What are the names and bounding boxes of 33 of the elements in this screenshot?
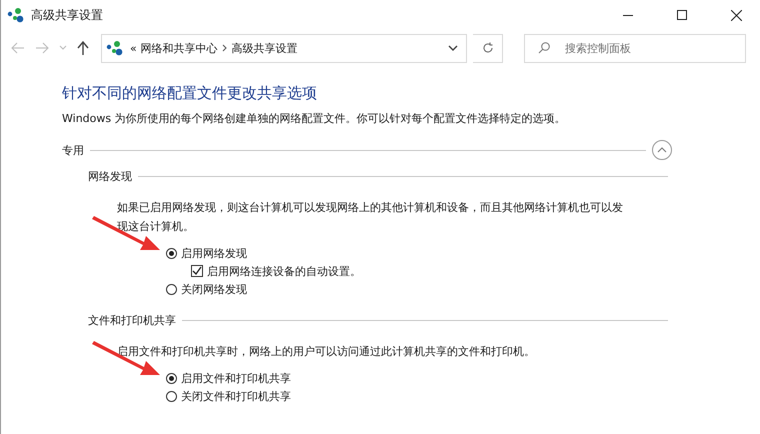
close-icon <box>730 10 742 20</box>
section-title: 文件和打印机共享 <box>88 312 176 328</box>
page-heading: 针对不同的网络配置文件更改共享选项 <box>62 84 318 103</box>
network-icon <box>7 7 25 23</box>
search-icon <box>538 42 550 54</box>
chevron-right-icon <box>222 44 228 52</box>
address-bar[interactable]: « 网络和共享中心 高级共享设置 <box>101 34 467 62</box>
collapse-button[interactable] <box>652 140 672 160</box>
intro-text: Windows 为你所使用的每个网络创建单独的网络配置文件。你可以针对每个配置文件选择特定的选项。 <box>62 111 567 126</box>
overflow-chevron[interactable]: « <box>130 42 137 54</box>
network-icon <box>106 40 124 56</box>
breadcrumb[interactable]: 高级共享设置 <box>232 40 298 56</box>
refresh-icon <box>482 42 494 54</box>
option-label: 启用文件和打印机共享 <box>181 370 291 386</box>
option-label: 关闭网络发现 <box>181 282 247 296</box>
refresh-button[interactable] <box>473 34 503 62</box>
option-label: 启用网络发现 <box>181 246 247 260</box>
radio-button[interactable] <box>166 390 177 402</box>
radio-button[interactable] <box>166 284 177 294</box>
radio-button[interactable] <box>166 372 177 384</box>
option-label: 关闭文件和打印机共享 <box>181 388 291 404</box>
breadcrumb[interactable]: 网络和共享中心 <box>140 40 218 56</box>
profile-label: 专用 <box>62 142 84 158</box>
up-button[interactable] <box>75 39 91 57</box>
maximize-icon <box>677 10 687 20</box>
checkbox[interactable] <box>191 265 203 277</box>
option-label: 启用网络连接设备的自动设置。 <box>207 264 361 278</box>
window-title: 高级共享设置 <box>31 6 104 24</box>
chevron-down-icon[interactable] <box>448 44 458 52</box>
radio-button[interactable] <box>166 248 177 258</box>
chevron-icon <box>657 147 667 153</box>
search-field[interactable]: 搜索控制面板 <box>524 34 746 62</box>
section-title: 网络发现 <box>88 168 132 184</box>
